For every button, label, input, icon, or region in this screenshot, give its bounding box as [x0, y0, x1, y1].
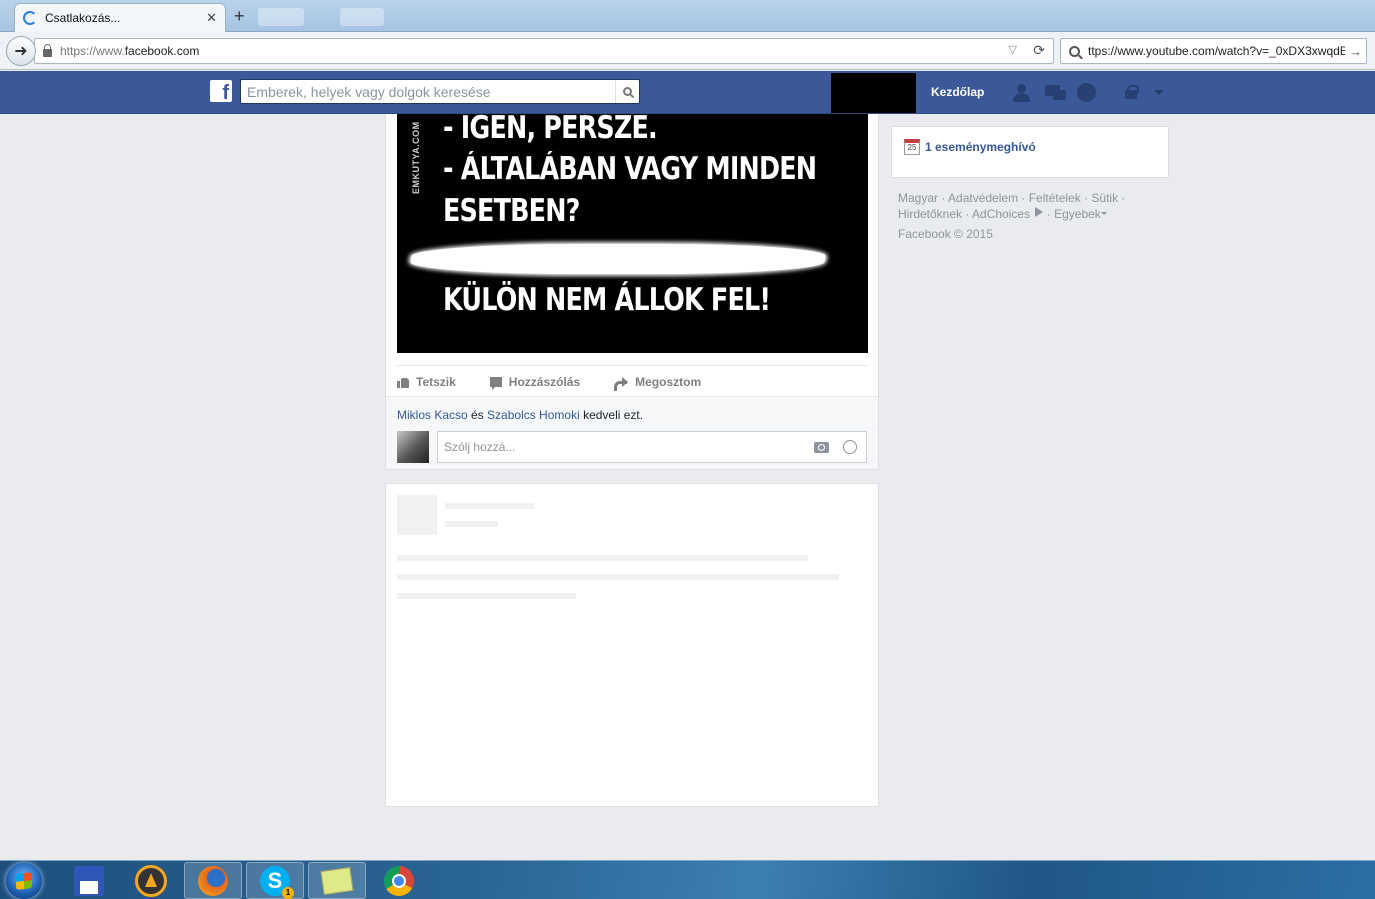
skype-icon: S1 [260, 865, 294, 899]
post-actions: Tetszik Hozzászólás Megosztom [397, 372, 735, 392]
chrome-icon [384, 865, 414, 896]
friend-requests-icon[interactable] [1012, 83, 1034, 103]
browser-tab[interactable]: Csatlakozás... ✕ [14, 3, 226, 32]
comment-input[interactable]: Szólj hozzá... [437, 431, 867, 463]
new-tab-button[interactable]: + [234, 6, 245, 27]
placeholder-avatar [397, 495, 437, 535]
comment-icon [489, 377, 502, 390]
history-dropdown-icon[interactable]: ▽ [1009, 43, 1017, 56]
sticky-notes-icon [320, 866, 354, 895]
placeholder-line [397, 574, 839, 580]
media-player-icon [135, 864, 167, 897]
likes-conjunction: és [467, 408, 488, 422]
browser-tab-bar: Csatlakozás... ✕ + [0, 0, 1375, 32]
copyright: Facebook © 2015 [898, 227, 993, 241]
taskbar-app[interactable] [184, 862, 242, 899]
background-blur [340, 8, 384, 26]
meme-text-line: ESETBEN? [443, 193, 580, 229]
divider [397, 365, 868, 366]
likes-suffix: kedveli ezt. [579, 408, 644, 422]
taskbar-app[interactable] [60, 862, 118, 899]
loading-spinner-icon [23, 11, 37, 25]
event-invites-card[interactable]: 25 1 eseménymeghívó [891, 126, 1169, 178]
meme-text-line: KÜLÖN NEM ÁLLOK FEL! [443, 282, 771, 318]
search-button[interactable] [615, 80, 639, 103]
notification-badge: 1 [282, 886, 294, 899]
loading-post-placeholder [385, 483, 879, 807]
footer-line: Hirdetőknek · AdChoices · Egyebek [898, 206, 1168, 222]
comment-label: Hozzászólás [508, 375, 581, 389]
placeholder-line [445, 503, 534, 509]
back-button[interactable]: ➜ [6, 36, 36, 66]
comment-placeholder: Szólj hozzá... [444, 440, 516, 454]
likes-comments-panel: Miklos Kacso és Szabolcs Homoki kedveli … [386, 396, 878, 469]
share-button[interactable]: Megosztom [614, 375, 702, 391]
like-button[interactable]: Tetszik [397, 375, 456, 389]
avatar[interactable] [397, 431, 429, 463]
search-icon [623, 87, 632, 96]
taskbar-app[interactable] [370, 862, 428, 899]
placeholder-line [397, 555, 808, 561]
facebook-header: f Emberek, helyek vagy dolgok keresése K… [0, 71, 1375, 114]
close-tab-icon[interactable]: ✕ [206, 10, 217, 26]
emoji-icon[interactable] [843, 440, 857, 454]
likes-summary: Miklos Kacso és Szabolcs Homoki kedveli … [397, 408, 643, 422]
back-arrow-icon: ➜ [14, 43, 28, 60]
comment-button[interactable]: Hozzászólás [489, 375, 581, 390]
footer-link[interactable]: Hirdetőknek · AdChoices [898, 207, 1030, 221]
thumbs-up-icon [397, 376, 410, 388]
browser-nav-bar: https://www. facebook.com ▽ ⟳ ➜ ttps://ww… [0, 32, 1375, 70]
firefox-icon [198, 865, 228, 896]
windows-taskbar: S1 [0, 860, 1375, 899]
account-menu-caret-icon[interactable] [1154, 90, 1164, 95]
notifications-globe-icon[interactable] [1076, 83, 1098, 103]
url-host: facebook.com [124, 44, 200, 58]
calendar-icon: 25 [904, 139, 920, 155]
placeholder-line [445, 521, 498, 527]
search-bar-text: ttps://www.youtube.com/watch?v=_0xDX3xwq… [1088, 44, 1345, 58]
url-protocol: https://www. [60, 44, 125, 58]
share-label: Megosztom [635, 375, 702, 389]
floppy-disk-icon [74, 865, 104, 896]
chevron-down-icon [1100, 212, 1107, 215]
taskbar-app[interactable]: S1 [246, 862, 304, 899]
meme-text-line: - IGEN, PERSZE. [443, 114, 658, 146]
liker-link[interactable]: Miklos Kacso [397, 408, 468, 422]
footer-link[interactable]: · Egyebek [1043, 207, 1101, 221]
redaction-scribble [408, 244, 828, 274]
profile-link-redacted[interactable] [831, 73, 916, 113]
privacy-shortcuts-icon[interactable] [1122, 83, 1144, 103]
home-link[interactable]: Kezdőlap [931, 85, 984, 99]
search-icon [1069, 45, 1080, 57]
feed-post: EMKUTYA.COM - IGEN, PERSZE. - ÁLTALÁBAN … [385, 114, 879, 470]
placeholder-line [397, 593, 576, 599]
footer-line[interactable]: Magyar · Adatvédelem · Feltételek · Süti… [898, 190, 1168, 206]
footer-links: Magyar · Adatvédelem · Feltételek · Süti… [898, 190, 1168, 222]
like-label: Tetszik [416, 375, 456, 389]
camera-icon[interactable] [814, 441, 829, 453]
liker-link[interactable]: Szabolcs Homoki [487, 408, 580, 422]
background-blur [258, 8, 304, 26]
taskbar-app[interactable] [122, 862, 180, 899]
image-watermark: EMKUTYA.COM [411, 121, 421, 194]
address-bar[interactable]: https://www. facebook.com ▽ ⟳ [34, 38, 1054, 64]
start-button[interactable] [6, 863, 42, 899]
search-placeholder: Emberek, helyek vagy dolgok keresése [247, 83, 491, 100]
lock-icon [43, 44, 52, 57]
windows-logo-icon [16, 872, 32, 890]
share-arrow-icon [614, 377, 629, 391]
reload-icon[interactable]: ⟳ [1033, 42, 1045, 59]
skype-letter: S [267, 867, 283, 893]
tab-title: Csatlakozás... [45, 11, 121, 25]
meme-text-line: - ÁLTALÁBAN VAGY MINDEN [443, 151, 817, 187]
post-image[interactable]: EMKUTYA.COM - IGEN, PERSZE. - ÁLTALÁBAN … [397, 114, 868, 353]
taskbar-app[interactable] [308, 862, 366, 899]
facebook-logo[interactable]: f [210, 80, 232, 102]
messages-icon[interactable] [1045, 83, 1067, 103]
facebook-search-input[interactable]: Emberek, helyek vagy dolgok keresése [240, 79, 640, 104]
browser-search-bar[interactable]: ttps://www.youtube.com/watch?v=_0xDX3xwq… [1060, 38, 1367, 64]
search-go-icon[interactable]: → [1349, 44, 1362, 59]
event-invites-link[interactable]: 1 eseménymeghívó [925, 140, 1036, 154]
